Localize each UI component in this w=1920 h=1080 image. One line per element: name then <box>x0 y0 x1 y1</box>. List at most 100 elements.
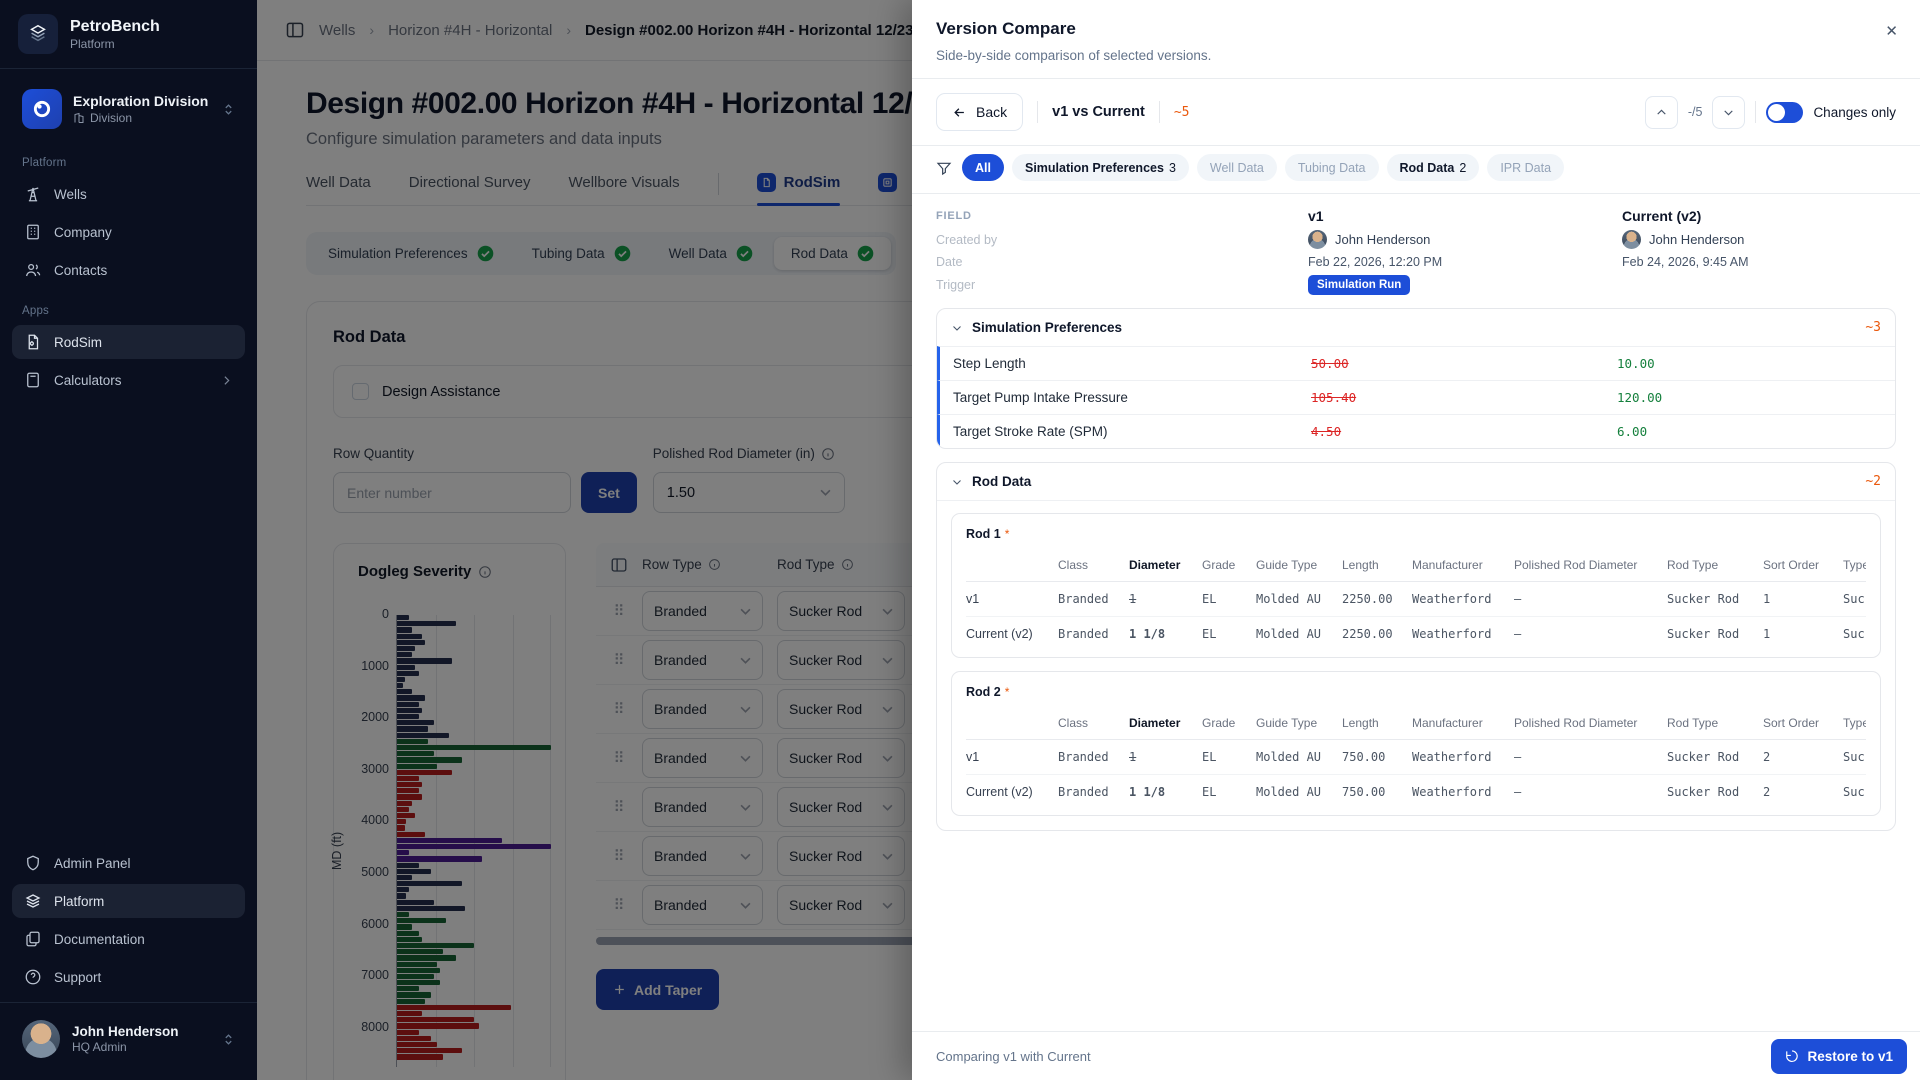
old-value: 105.40 <box>1311 390 1617 405</box>
rod-col-header: Class <box>1058 709 1129 740</box>
filter-ipr-data[interactable]: IPR Data <box>1487 154 1564 181</box>
divider <box>1755 101 1756 123</box>
new-value: 6.00 <box>1617 424 1895 439</box>
filter-funnel-icon <box>936 160 952 176</box>
changed-asterisk-icon: * <box>1005 685 1010 699</box>
rod-col-header: Class <box>1058 551 1129 582</box>
rod-col-header: Rod Type <box>1667 709 1763 740</box>
sidebar-item-contacts[interactable]: Contacts <box>12 253 245 287</box>
company-icon <box>24 223 42 241</box>
divider <box>1159 101 1160 123</box>
changes-only-label: Changes only <box>1813 105 1896 120</box>
filter-simulation-preferences[interactable]: Simulation Preferences 3 <box>1012 154 1189 181</box>
filter-rod-data[interactable]: Rod Data 2 <box>1387 154 1480 181</box>
change-row: Target Stroke Rate (SPM) 4.50 6.00 <box>937 414 1895 448</box>
changes-only-toggle[interactable] <box>1766 102 1803 123</box>
arrow-left-icon <box>952 105 967 120</box>
user-menu[interactable]: John Henderson HQ Admin <box>12 1011 245 1066</box>
created-by-label: Created by <box>936 233 1308 247</box>
brand-header: PetroBench Platform <box>0 0 257 69</box>
sidebar-section-apps: Apps <box>0 289 257 323</box>
chevron-right-icon <box>220 374 233 387</box>
rod-col-header: Grade <box>1202 709 1256 740</box>
filter-tubing-data[interactable]: Tubing Data <box>1285 154 1379 181</box>
org-icon <box>22 89 62 129</box>
v1-column-header: v1 <box>1308 208 1622 224</box>
sidebar-item-support[interactable]: Support <box>12 960 245 994</box>
panel-title: Version Compare <box>936 19 1896 39</box>
sidebar: PetroBench Platform Exploration Division… <box>0 0 257 1080</box>
new-value: 120.00 <box>1617 390 1895 405</box>
calculator-icon <box>24 371 42 389</box>
org-type: Division <box>73 111 208 125</box>
restore-icon <box>1785 1049 1799 1063</box>
old-value: 4.50 <box>1311 424 1617 439</box>
prev-change-button[interactable] <box>1645 96 1678 129</box>
back-button[interactable]: Back <box>936 93 1023 131</box>
rod-col-header: Polished Rod Diameter <box>1514 709 1667 740</box>
sidebar-item-documentation[interactable]: Documentation <box>12 922 245 956</box>
trigger-label: Trigger <box>936 278 1308 292</box>
rodsim-icon <box>24 333 42 351</box>
v2-created-by: John Henderson <box>1622 230 1896 249</box>
sidebar-item-platform[interactable]: Platform <box>12 884 245 918</box>
version-meta: FIELD v1 Current (v2) Created by John He… <box>936 208 1896 308</box>
layers-icon <box>24 892 42 910</box>
panel-footer: Comparing v1 with Current Restore to v1 <box>912 1031 1920 1080</box>
new-value: 10.00 <box>1617 356 1895 371</box>
rod-compare-row: Current (v2)Branded1 1/8ELMolded AU2250.… <box>966 617 1866 652</box>
unfold-chevrons-icon <box>222 103 235 116</box>
filter-bar: All Simulation Preferences 3 Well Data T… <box>912 146 1920 194</box>
sidebar-item-admin-panel[interactable]: Admin Panel <box>12 846 245 880</box>
restore-to-v1-button[interactable]: Restore to v1 <box>1771 1039 1907 1074</box>
wells-icon <box>24 185 42 203</box>
app-window: PetroBench Platform Exploration Division… <box>0 0 1920 1080</box>
rod-compare-card: Rod 2 * ClassDiameterGradeGuide TypeLength… <box>951 671 1881 816</box>
filter-all[interactable]: All <box>962 154 1004 181</box>
sidebar-item-wells[interactable]: Wells <box>12 177 245 211</box>
divider <box>1037 101 1038 123</box>
chevron-down-icon <box>951 476 963 488</box>
documents-icon <box>24 930 42 948</box>
v2-date: Feb 24, 2026, 9:45 AM <box>1622 255 1896 269</box>
next-change-button[interactable] <box>1712 96 1745 129</box>
section-header[interactable]: Simulation Preferences ~3 <box>937 309 1895 346</box>
version-compare-panel: Version Compare Side-by-side comparison … <box>912 0 1920 1080</box>
simulation-run-badge: Simulation Run <box>1308 275 1410 295</box>
rod-compare-card: Rod 1 * ClassDiameterGradeGuide TypeLength… <box>951 513 1881 658</box>
change-row: Step Length 50.00 10.00 <box>937 346 1895 380</box>
date-label: Date <box>936 255 1308 269</box>
rod-compare-table: ClassDiameterGradeGuide TypeLengthManufa… <box>966 709 1866 809</box>
footer-status: Comparing v1 with Current <box>936 1049 1091 1064</box>
rod-col-header: Manufacturer <box>1412 551 1514 582</box>
panel-subtitle: Side-by-side comparison of selected vers… <box>936 48 1896 63</box>
panel-header: Version Compare Side-by-side comparison … <box>912 0 1920 79</box>
user-role: HQ Admin <box>72 1040 179 1054</box>
v2-column-header: Current (v2) <box>1622 208 1896 224</box>
old-value: 50.00 <box>1311 356 1617 371</box>
rod-compare-list: Rod 1 * ClassDiameterGradeGuide TypeLength… <box>937 500 1895 830</box>
shield-icon <box>24 854 42 872</box>
unfold-chevrons-icon <box>222 1033 235 1046</box>
org-switcher[interactable]: Exploration Division Division <box>12 81 245 137</box>
sidebar-item-company[interactable]: Company <box>12 215 245 249</box>
changed-asterisk-icon: * <box>1005 527 1010 541</box>
v1-created-by: John Henderson <box>1308 230 1622 249</box>
section-header[interactable]: Rod Data ~2 <box>937 463 1895 500</box>
brand-sub: Platform <box>70 37 160 51</box>
rod-col-header: Type <box>1843 709 1866 740</box>
change-row: Target Pump Intake Pressure 105.40 120.0… <box>937 380 1895 414</box>
rod-col-header: Diameter <box>1129 709 1202 740</box>
rod-col-header: Guide Type <box>1256 709 1342 740</box>
compare-label: v1 vs Current <box>1052 104 1145 120</box>
user-name: John Henderson <box>72 1024 179 1039</box>
brand-name: PetroBench <box>70 18 160 36</box>
section-simulation-preferences: Simulation Preferences ~3 Step Length 50… <box>936 308 1896 449</box>
rod-compare-table: ClassDiameterGradeGuide TypeLengthManufa… <box>966 551 1866 651</box>
rod-name: Rod 1 <box>966 527 1001 541</box>
close-icon[interactable]: ✕ <box>1885 22 1898 40</box>
filter-well-data[interactable]: Well Data <box>1197 154 1277 181</box>
rod-name: Rod 2 <box>966 685 1001 699</box>
sidebar-item-rodsim[interactable]: RodSim <box>12 325 245 359</box>
sidebar-item-calculators[interactable]: Calculators <box>12 363 245 397</box>
